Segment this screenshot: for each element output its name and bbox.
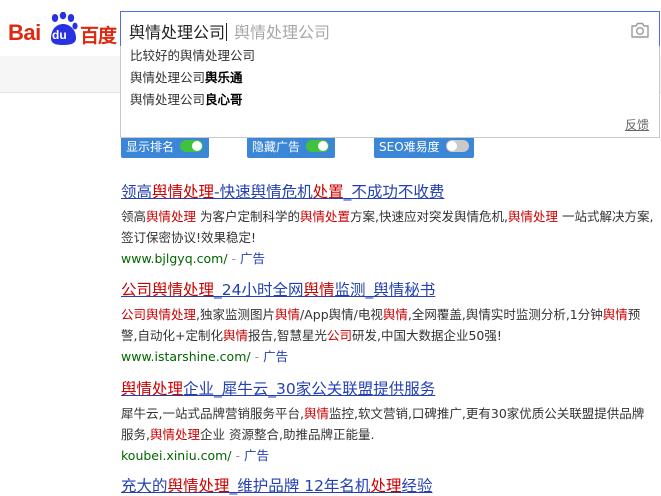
search-result: 领高舆情处理-快速舆情危机处置_不成功不收费 领高舆情处理 为客户定制科学的舆情… [121, 182, 656, 269]
highlighted-keyword: 舆情 [602, 307, 628, 322]
suggestion-bold-text: 舆乐通 [205, 70, 243, 85]
highlighted-keyword: 公司舆情处理 [121, 307, 197, 322]
text-run: 报告,智慧星光 [247, 328, 327, 343]
highlighted-keyword: 处理 [370, 477, 402, 495]
result-title-link[interactable]: 充大的舆情处理_维护品牌 12年名机处理经验 [121, 476, 656, 496]
text-run: _维护品牌 12年名机 [229, 477, 371, 495]
highlighted-keyword: 公司 [326, 328, 352, 343]
result-url[interactable]: www.istarshine.com/ - 广告 [121, 347, 656, 367]
highlighted-keyword: 舆情处理 [507, 209, 558, 224]
text-caret [226, 23, 228, 41]
text-run: ,独家监测图片 [196, 307, 275, 322]
suggestion-dropdown: 比较好的舆情处理公司 舆情处理公司舆乐通 舆情处理公司良心哥 反馈 [120, 46, 660, 138]
toggle-label: SEO难易度 [379, 140, 440, 154]
text-run: 为客户定制科学的 [196, 209, 301, 224]
logo-chinese-text: 百度 [80, 25, 117, 47]
result-description: 犀牛云,一站式品牌营销服务平台,舆情监控,软文营销,口碑推广,更有30家优质公关… [121, 403, 656, 445]
text-run: 犀牛云,一站式品牌营销服务平台, [121, 406, 304, 421]
text-run: 企业 资源整合,助推品牌正能量. [200, 427, 375, 442]
search-input[interactable]: 舆情处理公司 舆情处理公司 [120, 11, 660, 47]
highlighted-keyword: 舆情 [222, 328, 248, 343]
ad-label[interactable]: 广告 [240, 251, 265, 266]
suggestion-text: 舆情处理公司 [130, 70, 206, 85]
text-run: 经验 [401, 477, 433, 495]
text-run: 充大的 [121, 477, 168, 495]
highlighted-keyword: 舆情处理 [121, 380, 184, 398]
highlighted-keyword: 舆情处理 [149, 427, 200, 442]
result-title-link[interactable]: 公司舆情处理_24小时全网舆情监测_舆情秘书 [121, 280, 656, 300]
text-run: 领高 [121, 183, 153, 201]
text-run: 监测_舆情秘书 [334, 281, 436, 299]
highlighted-keyword: 舆情处置 [300, 209, 351, 224]
result-url-text: www.istarshine.com/ [121, 349, 251, 364]
result-description: 公司舆情处理,独家监测图片舆情/App舆情/电视舆情,全网覆盖,舆情实时监测分析… [121, 304, 656, 346]
suggestion-text: 比较好的舆情处理公司 [130, 48, 256, 63]
highlighted-keyword: 舆情 [382, 307, 408, 322]
feedback-link[interactable]: 反馈 [625, 116, 649, 133]
search-input-value: 舆情处理公司 [129, 23, 228, 42]
logo-latin-text: Bai [8, 20, 41, 45]
toggle-label: 隐藏广告 [252, 140, 301, 154]
suggestion-item[interactable]: 舆情处理公司舆乐通 [130, 69, 243, 87]
suggestion-text: 舆情处理公司 [130, 92, 206, 107]
search-result: 舆情处理企业_犀牛云_30家公关联盟提供服务 犀牛云,一站式品牌营销服务平台,舆… [121, 379, 656, 466]
ad-label[interactable]: 广告 [263, 349, 288, 364]
highlighted-keyword: 处置 [312, 183, 344, 201]
suggestion-item[interactable]: 舆情处理公司良心哥 [130, 91, 243, 109]
switch-on-icon[interactable] [306, 140, 329, 152]
highlighted-keyword: 舆情 [303, 281, 335, 299]
result-description: 领高舆情处理 为客户定制科学的舆情处置方案,快速应对突发舆情危机,舆情处理 一站… [121, 206, 656, 248]
baidu-logo[interactable]: Bai du 百度 [8, 12, 118, 48]
search-result: 充大的舆情处理_维护品牌 12年名机处理经验 [121, 476, 656, 496]
url-separator: - [231, 448, 244, 463]
highlighted-keyword: 舆情处理 [167, 477, 230, 495]
result-url-text: koubei.xiniu.com/ [121, 448, 232, 463]
highlighted-keyword: 舆情处理 [146, 209, 197, 224]
text-run: _不成功不收费 [343, 183, 445, 201]
ad-label[interactable]: 广告 [244, 448, 269, 463]
result-url[interactable]: koubei.xiniu.com/ - 广告 [121, 446, 656, 466]
logo-badge-text: du [52, 28, 67, 42]
search-result: 公司舆情处理_24小时全网舆情监测_舆情秘书 公司舆情处理,独家监测图片舆情/A… [121, 280, 656, 367]
suggestion-item[interactable]: 比较好的舆情处理公司 [130, 47, 255, 65]
text-run: -快速舆情危机 [214, 183, 313, 201]
toggle-label: 显示排名 [126, 140, 175, 154]
result-url[interactable]: www.bjlgyq.com/ - 广告 [121, 249, 656, 269]
text-run: _24小时全网 [214, 281, 304, 299]
highlighted-keyword: 舆情 [275, 307, 301, 322]
camera-icon[interactable] [630, 21, 650, 39]
result-title-link[interactable]: 领高舆情处理-快速舆情危机处置_不成功不收费 [121, 182, 656, 202]
text-run: 方案,快速应对突发舆情危机, [350, 209, 508, 224]
highlighted-keyword: 舆情处理 [152, 183, 215, 201]
url-separator: - [227, 251, 240, 266]
result-url-text: www.bjlgyq.com/ [121, 251, 228, 266]
text-run: 领高 [121, 209, 147, 224]
highlighted-keyword: 舆情 [303, 406, 329, 421]
text-run: 研发,中国大数据企业50强! [351, 328, 502, 343]
text-run: 企业_犀牛云_30家公关联盟提供服务 [183, 380, 436, 398]
result-title-link[interactable]: 舆情处理企业_犀牛云_30家公关联盟提供服务 [121, 379, 656, 399]
search-placeholder: 舆情处理公司 [234, 23, 331, 42]
url-separator: - [250, 349, 264, 364]
text-run: /App舆情/电视 [300, 307, 383, 322]
switch-on-icon[interactable] [180, 140, 203, 152]
switch-off-icon[interactable] [446, 140, 469, 152]
text-run: ,全网覆盖,舆情实时监测分析,1分钟 [407, 307, 603, 322]
suggestion-bold-text: 良心哥 [205, 92, 243, 107]
highlighted-keyword: 公司舆情处理 [121, 281, 215, 299]
